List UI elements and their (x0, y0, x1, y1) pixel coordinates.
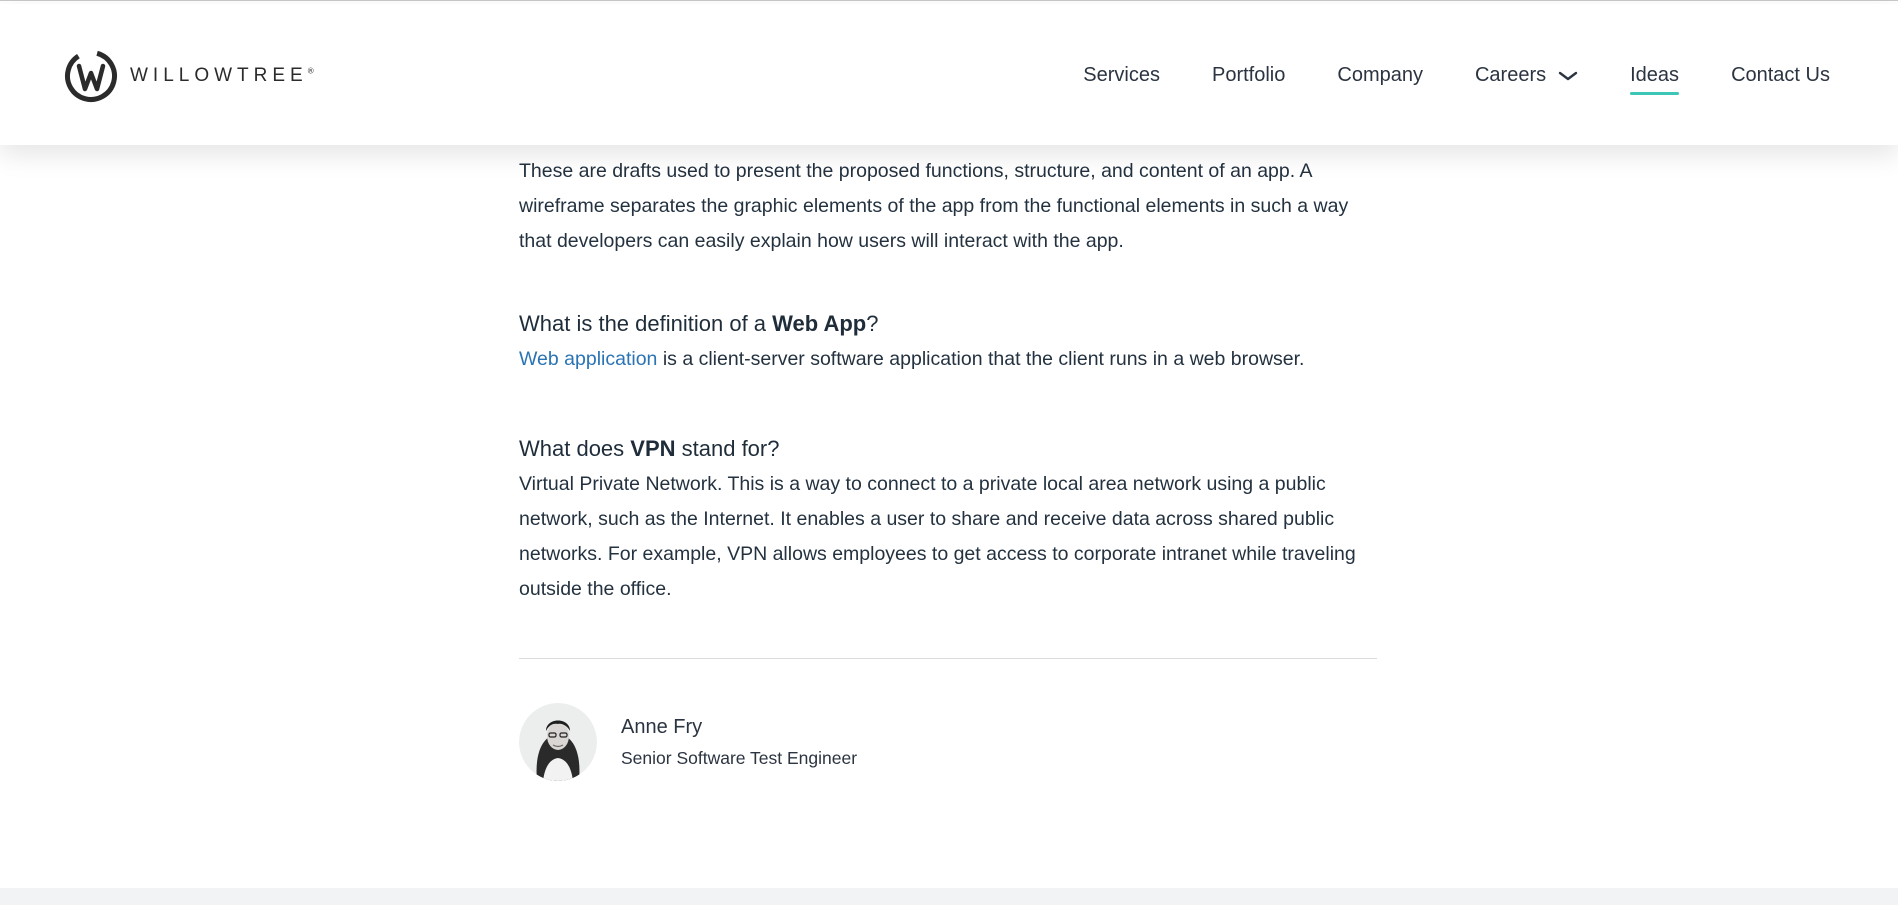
nav-company[interactable]: Company (1337, 64, 1423, 87)
nav-careers-label: Careers (1474, 64, 1547, 86)
question-web-app-term: Web App (772, 311, 867, 336)
chevron-down-icon (1558, 71, 1578, 80)
nav-services[interactable]: Services (1083, 64, 1160, 87)
answer-web-app: Web application is a client-server softw… (519, 342, 1377, 377)
question-vpn-term: VPN (630, 436, 676, 461)
willowtree-logo[interactable]: WILLOWTREE® (64, 49, 314, 103)
site-header: WILLOWTREE® Services Portfolio Company C… (0, 4, 1898, 145)
logo-wordmark-text: WILLOWTREE (130, 65, 308, 86)
author-card: Anne Fry Senior Software Test Engineer (519, 703, 857, 781)
author-title: Senior Software Test Engineer (621, 748, 858, 768)
author-avatar[interactable] (519, 703, 597, 781)
nav-services-label: Services (1083, 64, 1160, 86)
question-vpn-prefix: What does (519, 436, 631, 461)
footer-edge (0, 888, 1898, 905)
nav-company-label: Company (1337, 64, 1423, 86)
question-vpn: What does VPN stand for? (519, 433, 1377, 465)
nav-portfolio-label: Portfolio (1212, 64, 1286, 86)
web-application-link[interactable]: Web application (519, 348, 657, 370)
answer-vpn: Virtual Private Network. This is a way t… (519, 473, 1356, 600)
registered-mark: ® (307, 66, 314, 76)
main-nav: Services Portfolio Company Careers Ideas… (1031, 64, 1830, 95)
question-vpn-suffix: stand for? (675, 436, 780, 461)
author-info: Anne Fry Senior Software Test Engineer (621, 712, 857, 772)
author-name: Anne Fry (621, 716, 703, 738)
question-web-app-prefix: What is the definition of a (519, 311, 773, 336)
nav-contact-us-label: Contact Us (1731, 64, 1830, 86)
nav-careers[interactable]: Careers (1475, 64, 1578, 87)
willowtree-logo-icon (65, 50, 117, 102)
question-web-app-suffix: ? (866, 311, 879, 336)
article-body: These are drafts used to present the pro… (519, 154, 1377, 607)
answer-web-app-text: is a client-server software application … (657, 348, 1305, 370)
logo-wordmark: WILLOWTREE® (130, 65, 314, 87)
nav-ideas-label: Ideas (1630, 64, 1680, 86)
wireframe-definition: These are drafts used to present the pro… (519, 160, 1349, 252)
author-divider (519, 658, 1377, 659)
nav-ideas[interactable]: Ideas (1630, 64, 1680, 95)
question-web-app: What is the definition of a Web App? (519, 308, 1377, 340)
nav-contact-us[interactable]: Contact Us (1731, 64, 1830, 87)
nav-portfolio[interactable]: Portfolio (1212, 64, 1285, 87)
